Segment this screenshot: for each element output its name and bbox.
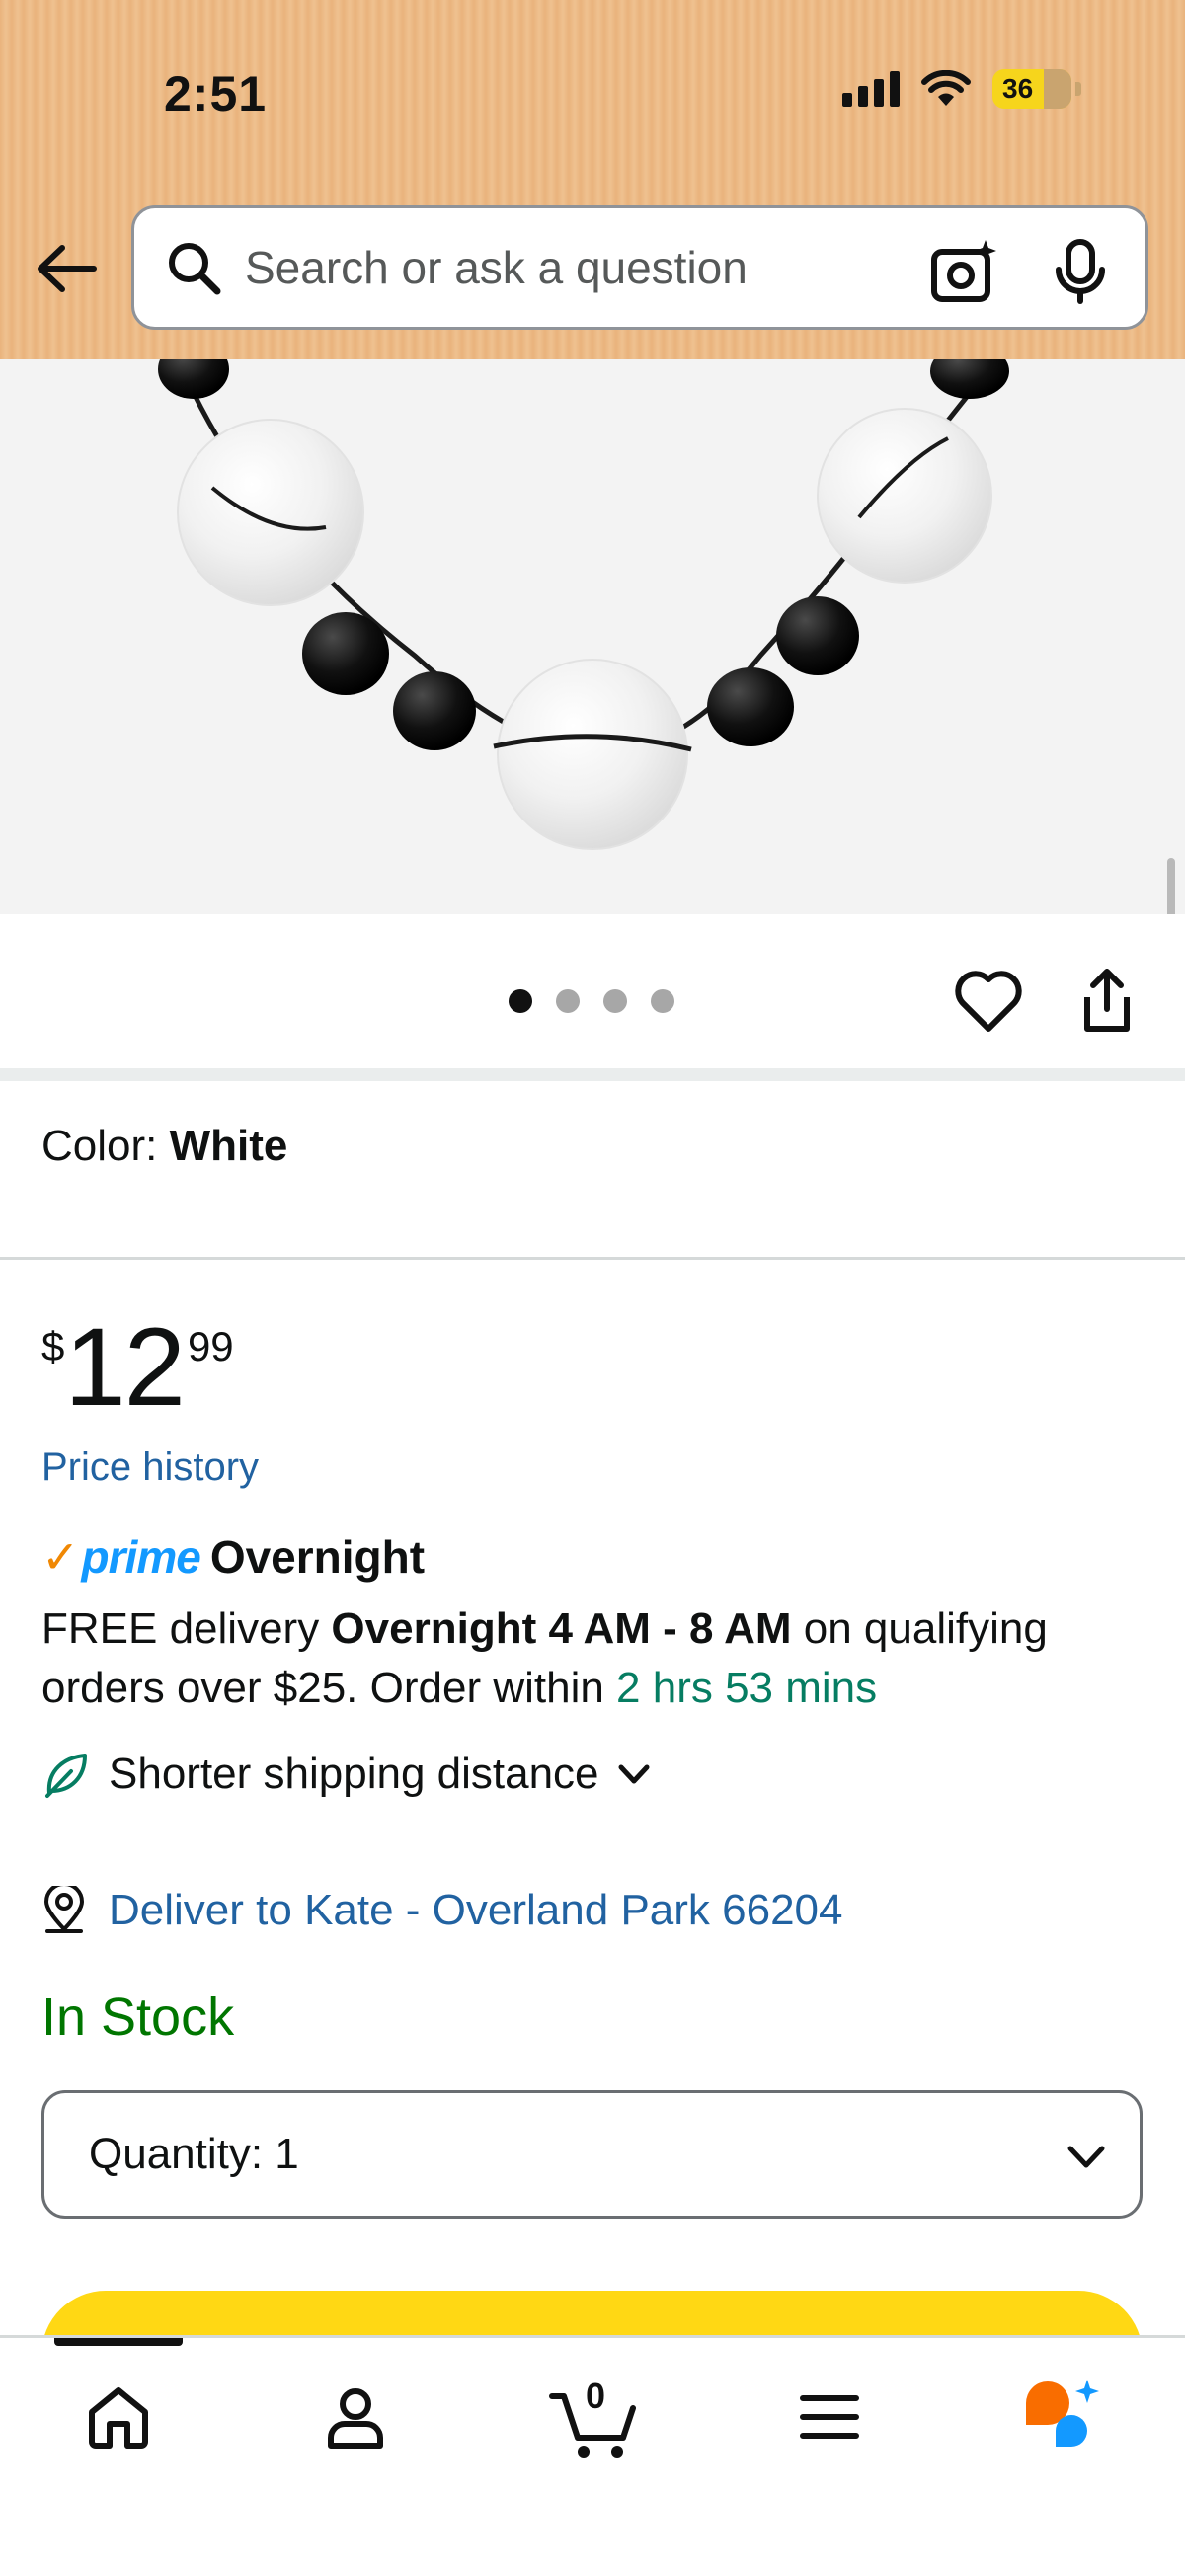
quantity-dropdown[interactable]: Quantity: 1	[41, 2090, 1143, 2219]
hamburger-menu-icon	[800, 2395, 859, 2439]
price-fraction: 99	[187, 1323, 234, 1369]
color-selection: Color: White	[41, 1122, 287, 1171]
battery-icon: 36	[992, 69, 1071, 109]
price-history-link[interactable]: Price history	[41, 1445, 259, 1490]
delivery-message: FREE delivery Overnight 4 AM - 8 AM on q…	[41, 1600, 1147, 1718]
microphone-icon	[1056, 239, 1105, 304]
prime-logo: prime	[81, 1531, 201, 1583]
battery-tip	[1075, 82, 1081, 96]
pagination-dot[interactable]	[509, 989, 532, 1013]
nav-rufus-assistant[interactable]	[1017, 2373, 1106, 2461]
stock-status: In Stock	[41, 1988, 235, 2047]
divider	[0, 1257, 1185, 1260]
camera-sparkle-icon	[931, 240, 996, 302]
image-pagination-dots[interactable]	[509, 989, 674, 1013]
back-arrow-icon	[38, 245, 97, 292]
person-icon	[328, 2388, 383, 2449]
search-input[interactable]	[245, 241, 877, 294]
cellular-signal-icon	[842, 71, 900, 107]
leaf-icon	[45, 1754, 87, 1798]
wifi-icon	[921, 70, 971, 106]
delivery-window: Overnight 4 AM - 8 AM	[331, 1604, 792, 1653]
nav-account[interactable]	[311, 2373, 400, 2461]
prime-check-icon: ✓	[41, 1531, 80, 1583]
chevron-down-icon	[1067, 2146, 1105, 2168]
active-tab-indicator	[54, 2338, 183, 2346]
price-whole: 12	[64, 1305, 186, 1429]
shipping-distance-toggle[interactable]: Shorter shipping distance	[41, 1750, 655, 1799]
deliver-to-address: Deliver to Kate - Overland Park 66204	[109, 1886, 843, 1934]
order-countdown: 2 hrs 53 mins	[616, 1664, 878, 1712]
home-icon	[89, 2387, 148, 2449]
price-symbol: $	[41, 1323, 65, 1369]
scroll-indicator[interactable]	[1167, 858, 1175, 914]
deliver-to-link[interactable]: Deliver to Kate - Overland Park 66204	[41, 1886, 843, 1935]
voice-search-button[interactable]	[1047, 238, 1114, 305]
pagination-dot[interactable]	[556, 989, 580, 1013]
color-label: Color:	[41, 1122, 158, 1170]
nav-cart[interactable]: 0	[548, 2373, 643, 2461]
quantity-label: Quantity: 1	[89, 2130, 299, 2178]
battery-level: 36	[1002, 73, 1034, 104]
add-to-list-button[interactable]	[953, 966, 1024, 1037]
rufus-assistant-icon	[1026, 2380, 1099, 2447]
image-controls	[0, 914, 1185, 1068]
cart-count: 0	[585, 2376, 606, 2416]
chevron-down-icon	[618, 1764, 650, 1784]
back-button[interactable]	[30, 232, 103, 305]
product-image[interactable]	[0, 359, 1185, 914]
top-header: 2:51 36	[0, 0, 1185, 359]
share-button[interactable]	[1071, 966, 1143, 1037]
heart-icon	[955, 971, 1022, 1032]
pagination-dot[interactable]	[603, 989, 627, 1013]
delivery-text-1: FREE delivery	[41, 1604, 332, 1653]
section-divider	[0, 1068, 1185, 1081]
search-icon	[164, 238, 223, 297]
camera-search-button[interactable]	[930, 238, 997, 305]
nav-home[interactable]	[74, 2373, 163, 2461]
nav-menu[interactable]	[785, 2373, 874, 2461]
color-value: White	[169, 1122, 288, 1170]
necklace-image	[158, 359, 1009, 850]
bottom-navigation: 0	[0, 2335, 1185, 2576]
pagination-dot[interactable]	[651, 989, 674, 1013]
status-icons: 36	[842, 69, 1081, 109]
search-bar[interactable]	[131, 205, 1148, 330]
location-pin-icon	[44, 1886, 84, 1933]
share-icon	[1084, 969, 1130, 1032]
shipping-distance-label: Shorter shipping distance	[109, 1750, 599, 1798]
prime-delivery-type: Overnight	[209, 1531, 426, 1583]
price: $ 12 99	[41, 1305, 234, 1429]
status-time: 2:51	[164, 66, 268, 121]
prime-badge: ✓ prime Overnight	[41, 1531, 426, 1583]
